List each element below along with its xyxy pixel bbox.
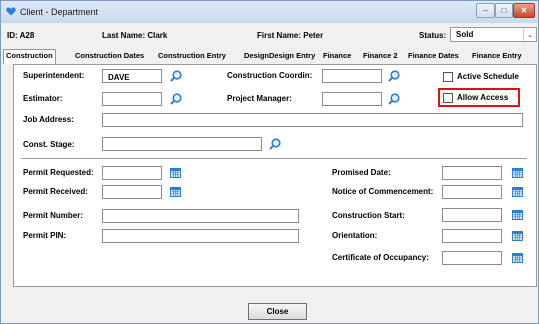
- const-stage-label: Const. Stage:: [23, 140, 75, 149]
- calendar-icon[interactable]: [512, 252, 523, 263]
- search-icon[interactable]: [170, 93, 182, 105]
- section-divider: [21, 158, 527, 159]
- calendar-icon[interactable]: [512, 230, 523, 241]
- estimator-field[interactable]: [102, 92, 162, 106]
- certificate-of-occupancy-label: Certificate of Occupancy:: [332, 253, 429, 262]
- project-manager-field[interactable]: [322, 92, 382, 106]
- allow-access-checkbox[interactable]: [443, 93, 453, 103]
- active-schedule-checkbox[interactable]: [443, 72, 453, 82]
- client-department-window: Client - Department – □ ✕ ID: A28 Last N…: [0, 0, 539, 324]
- active-schedule-label: Active Schedule: [457, 72, 519, 81]
- permit-number-field[interactable]: [102, 209, 299, 223]
- close-window-button[interactable]: ✕: [513, 3, 535, 18]
- tab-strip: Construction Construction Dates Construc…: [3, 49, 538, 64]
- permit-received-field[interactable]: [102, 185, 162, 199]
- maximize-icon: □: [501, 6, 507, 15]
- calendar-icon[interactable]: [170, 167, 181, 178]
- search-icon[interactable]: [388, 70, 400, 82]
- construction-start-field[interactable]: [442, 208, 502, 222]
- tab-finance[interactable]: Finance: [321, 50, 353, 63]
- minimize-button[interactable]: –: [476, 3, 495, 18]
- calendar-icon[interactable]: [170, 186, 181, 197]
- estimator-label: Estimator:: [23, 94, 63, 103]
- window-title: Client - Department: [20, 7, 99, 17]
- notice-of-commencement-field[interactable]: [442, 185, 502, 199]
- maximize-button[interactable]: □: [495, 3, 513, 18]
- promised-date-label: Promised Date:: [332, 168, 391, 177]
- status-label: Status:: [419, 31, 447, 40]
- tab-design-entry[interactable]: Design Entry: [267, 50, 317, 63]
- search-icon[interactable]: [269, 138, 281, 150]
- tab-construction[interactable]: Construction: [3, 49, 56, 64]
- promised-date-field[interactable]: [442, 166, 502, 180]
- search-icon[interactable]: [388, 93, 400, 105]
- permit-number-label: Permit Number:: [23, 211, 84, 220]
- calendar-icon[interactable]: [512, 186, 523, 197]
- const-stage-field[interactable]: [102, 137, 262, 151]
- permit-requested-label: Permit Requested:: [23, 168, 94, 177]
- calendar-icon[interactable]: [512, 209, 523, 220]
- superintendent-field[interactable]: DAVE: [102, 69, 162, 83]
- permit-requested-field[interactable]: [102, 166, 162, 180]
- allow-access-label: Allow Access: [457, 93, 509, 102]
- job-address-field[interactable]: [102, 113, 523, 127]
- orientation-field[interactable]: [442, 229, 502, 243]
- last-name: Last Name: Clark: [102, 31, 168, 40]
- superintendent-value: DAVE: [108, 73, 130, 82]
- orientation-label: Orientation:: [332, 231, 378, 240]
- permit-pin-label: Permit PIN:: [23, 231, 67, 240]
- permit-pin-field[interactable]: [102, 229, 299, 243]
- close-icon: ✕: [520, 6, 528, 15]
- construction-coordin-field[interactable]: [322, 69, 382, 83]
- tab-finance-entry[interactable]: Finance Entry: [470, 50, 524, 63]
- notice-of-commencement-label: Notice of Commencement:: [332, 187, 434, 196]
- client-id: ID: A28: [7, 31, 35, 40]
- superintendent-label: Superintendent:: [23, 71, 85, 80]
- construction-coordin-label: Construction Coordin:: [227, 71, 313, 80]
- heart-app-icon: [6, 7, 16, 16]
- tab-construction-entry[interactable]: Construction Entry: [156, 50, 228, 63]
- construction-start-label: Construction Start:: [332, 211, 405, 220]
- chevron-down-icon: ⌄: [523, 28, 536, 41]
- tab-construction-dates[interactable]: Construction Dates: [73, 50, 146, 63]
- project-manager-label: Project Manager:: [227, 94, 292, 103]
- tab-finance-2[interactable]: Finance 2: [361, 50, 400, 63]
- status-select[interactable]: Sold ⌄: [450, 27, 537, 42]
- status-value: Sold: [456, 30, 474, 39]
- permit-received-label: Permit Received:: [23, 187, 88, 196]
- certificate-of-occupancy-field[interactable]: [442, 251, 502, 265]
- close-button[interactable]: Close: [248, 303, 307, 320]
- tab-finance-dates[interactable]: Finance Dates: [406, 50, 461, 63]
- minimize-icon: –: [483, 6, 488, 15]
- first-name: First Name: Peter: [257, 31, 324, 40]
- calendar-icon[interactable]: [512, 167, 523, 178]
- title-bar[interactable]: Client - Department – □ ✕: [1, 1, 538, 23]
- job-address-label: Job Address:: [23, 115, 74, 124]
- search-icon[interactable]: [170, 70, 182, 82]
